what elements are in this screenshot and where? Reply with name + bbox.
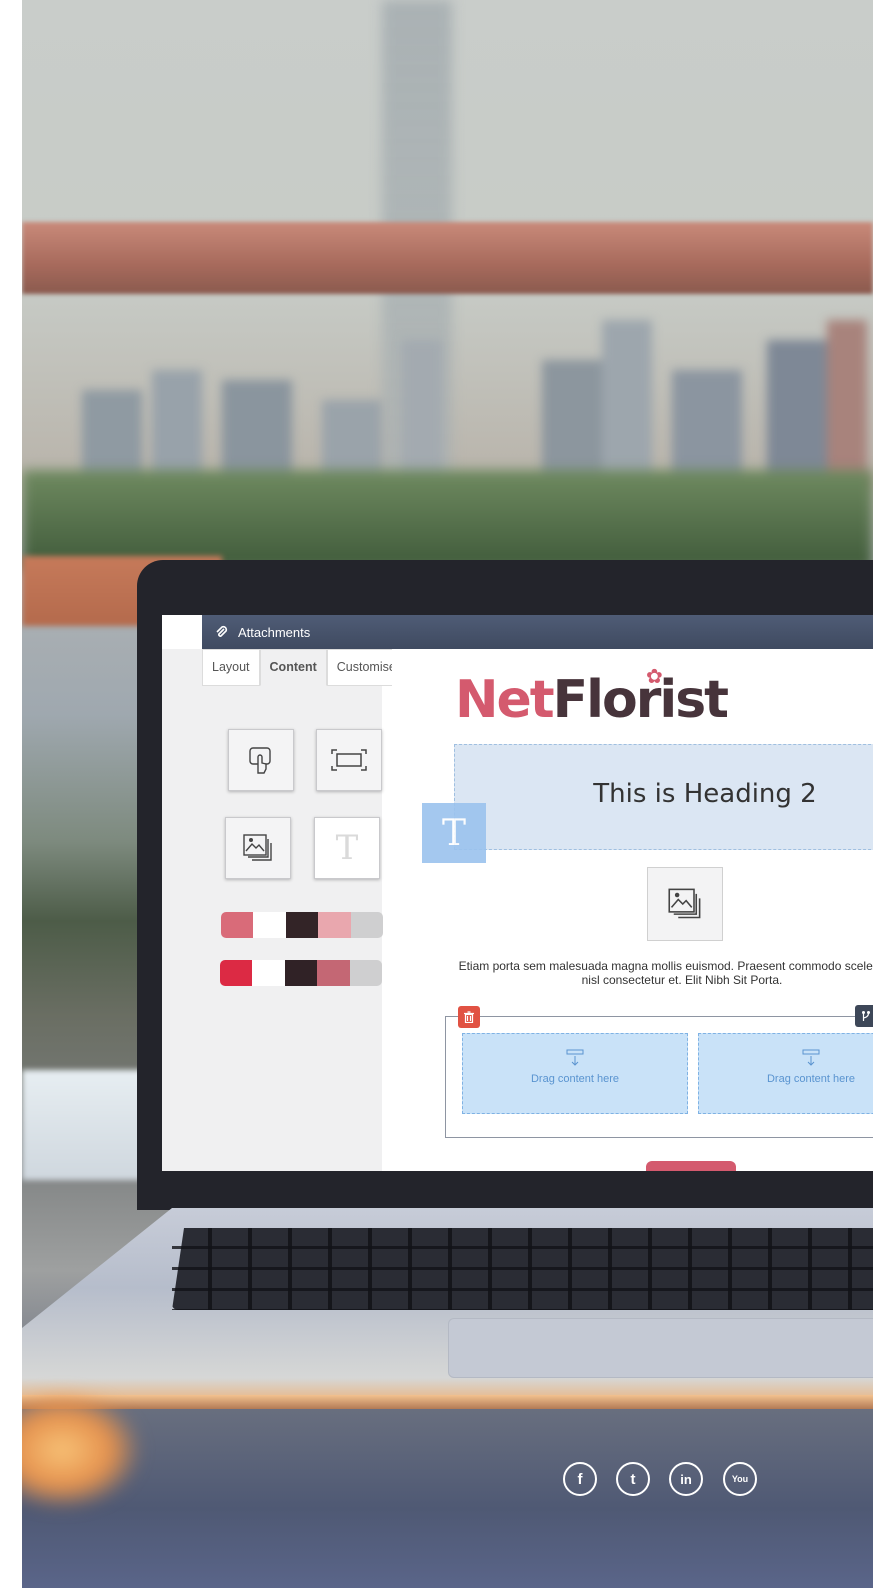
spacer-icon <box>331 749 367 771</box>
window-title: Attachments <box>238 624 311 640</box>
image-icon <box>668 888 701 919</box>
keyboard-rows <box>172 1228 873 1310</box>
text-icon: T <box>335 828 359 868</box>
laptop-trackpad <box>448 1318 873 1378</box>
sidebar-panel: Layout Content Customise T <box>162 649 406 1171</box>
tool-button-text[interactable]: T <box>314 817 380 879</box>
window-titlebar: Attachments <box>202 615 873 649</box>
trash-icon <box>464 1011 474 1023</box>
dropzone-right[interactable]: Drag content here <box>698 1033 873 1114</box>
paperclip-icon <box>216 625 228 637</box>
tab-content[interactable]: Content <box>259 649 327 686</box>
trees <box>22 470 873 570</box>
email-canvas: NetFlorist ✿ This is Heading 2 Etiam por… <box>392 649 873 1171</box>
heading-block[interactable]: This is Heading 2 <box>454 744 873 850</box>
facebook-link[interactable]: f <box>563 1462 597 1496</box>
dropzone-left[interactable]: Drag content here <box>462 1033 688 1114</box>
branch-icon <box>862 1011 870 1021</box>
flower-icon: ✿ <box>646 666 663 688</box>
youtube-icon: You <box>731 1474 749 1484</box>
row-options-button[interactable] <box>855 1005 873 1027</box>
dragging-text-block[interactable]: T <box>422 803 486 863</box>
linkedin-link[interactable]: in <box>669 1462 703 1496</box>
sunlight-glow <box>22 1390 142 1510</box>
text-icon: T <box>441 812 466 854</box>
drop-arrow-icon <box>566 1049 584 1066</box>
delete-row-button[interactable] <box>458 1006 480 1028</box>
tab-layout[interactable]: Layout <box>202 649 260 686</box>
tool-button-touch[interactable] <box>228 729 294 791</box>
laptop-front-edge <box>22 1395 873 1409</box>
tool-button-spacer[interactable] <box>316 729 382 791</box>
color-palette-2[interactable] <box>220 960 382 986</box>
table-highlight <box>22 1070 152 1180</box>
laptop-screen: Attachments Layout Content Customise T N… <box>162 615 873 1171</box>
railing <box>22 222 873 294</box>
drop-arrow-icon <box>802 1049 820 1066</box>
twitter-icon: t <box>630 1470 636 1488</box>
dropzone-left-label: Drag content here <box>530 1073 620 1085</box>
sidebar-tabs: Layout Content Customise <box>202 649 406 686</box>
heading-text[interactable]: This is Heading 2 <box>455 779 873 809</box>
color-palette-1[interactable] <box>221 912 383 938</box>
linkedin-icon: in <box>680 1471 692 1487</box>
youtube-link[interactable]: You <box>723 1462 757 1496</box>
image-icon <box>243 834 272 861</box>
touch-icon <box>249 747 271 774</box>
cta-button[interactable] <box>646 1161 736 1171</box>
image-placeholder[interactable] <box>647 867 723 941</box>
twitter-link[interactable]: t <box>616 1462 650 1496</box>
dropzone-right-label: Drag content here <box>766 1073 856 1085</box>
facebook-icon: f <box>577 1470 583 1488</box>
hero-photo-background: Attachments Layout Content Customise T N… <box>22 0 873 1588</box>
paragraph-text[interactable]: Etiam porta sem malesuada magna mollis e… <box>452 959 873 987</box>
netflorist-logo: NetFlorist <box>455 670 729 730</box>
tool-button-image[interactable] <box>225 817 291 879</box>
